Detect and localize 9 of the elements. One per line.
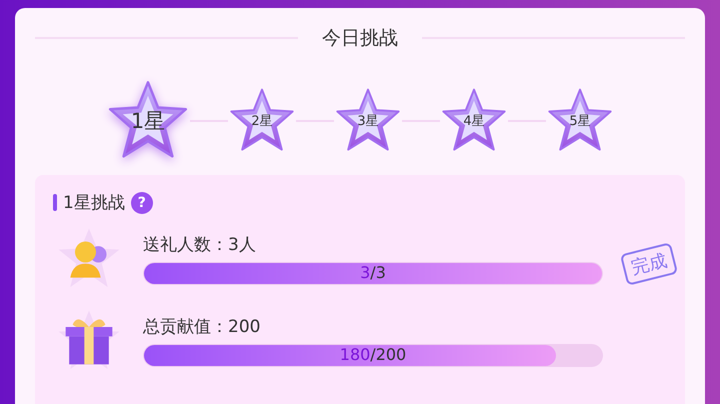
heading-marker [53,194,57,211]
section-title: 今日挑战 [322,26,398,51]
challenge-heading: 1星挑战 [63,192,125,214]
complete-stamp: 完成 [620,242,678,286]
help-button[interactable]: ? [130,192,153,214]
progress-text: 3/3 [360,263,386,282]
task-label: 总贡献值：200 [143,316,262,338]
progress-text: 180/200 [340,345,406,364]
task-label: 送礼人数：3人 [143,234,257,256]
